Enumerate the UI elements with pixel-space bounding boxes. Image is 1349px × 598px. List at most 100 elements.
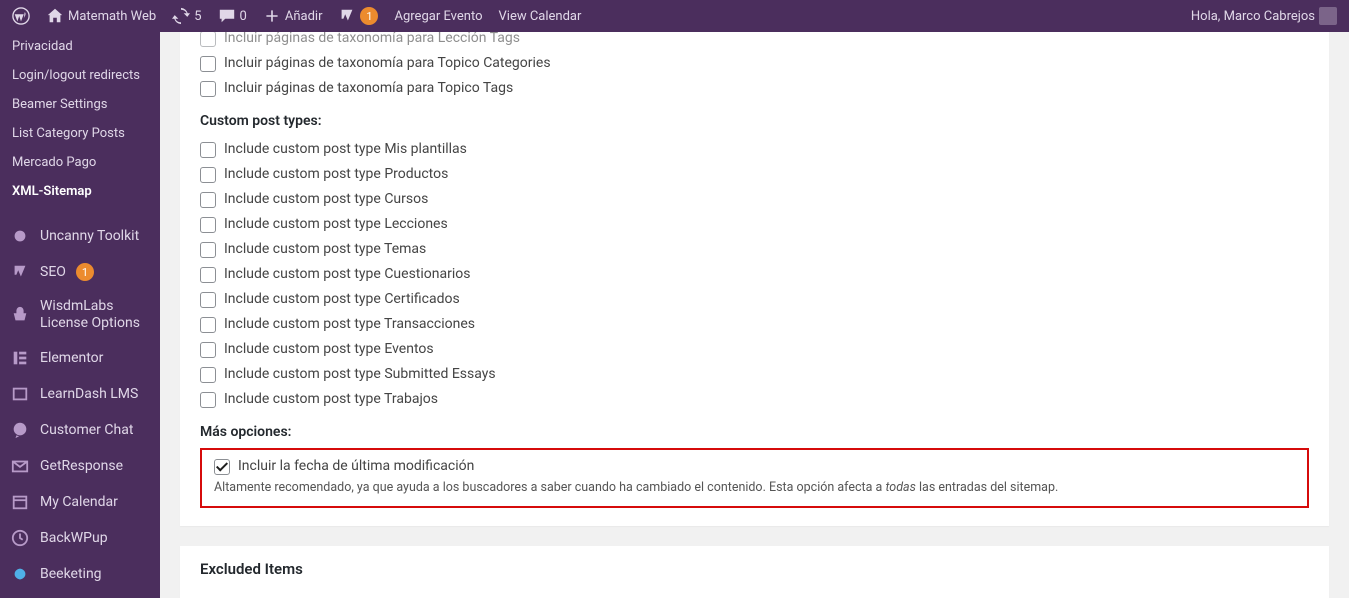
sidebar-item-label: XML-Sitemap — [12, 184, 92, 199]
checkbox-label[interactable]: Include custom post type Cuestionarios — [224, 266, 470, 282]
checkbox-row: Include custom post type Temas — [200, 237, 1309, 262]
checkbox-row: Incluir páginas de taxonomía para Topico… — [200, 51, 1309, 76]
sidebar-item-list-category[interactable]: List Category Posts — [0, 119, 160, 148]
checkbox-cpt-cuestionarios[interactable] — [200, 267, 216, 283]
checkbox-cpt-plantillas[interactable] — [200, 142, 216, 158]
messenger-icon — [10, 420, 30, 440]
excluded-items-heading: Excluded Items — [200, 560, 1309, 578]
wordpress-icon — [12, 7, 30, 25]
wp-logo[interactable] — [8, 7, 34, 25]
account-link[interactable]: Hola, Marco Cabrejos — [1187, 7, 1341, 25]
more-options-heading: Más opciones: — [200, 424, 1309, 440]
checkbox-row: Include custom post type Productos — [200, 162, 1309, 187]
sidebar-item-label: SEO — [40, 264, 66, 280]
comments-count: 0 — [240, 9, 247, 24]
desc-text-em: todas — [885, 480, 915, 495]
checkbox-cpt-productos[interactable] — [200, 167, 216, 183]
sidebar-item-label: Login/logout redirects — [12, 68, 140, 83]
checkbox-row: Include custom post type Cursos — [200, 187, 1309, 212]
sidebar-item-label: Customer Chat — [40, 422, 133, 438]
checkbox-row: Include custom post type Lecciones — [200, 212, 1309, 237]
sidebar-item-getresponse[interactable]: GetResponse — [0, 448, 160, 484]
checkbox-label[interactable]: Include custom post type Trabajos — [224, 391, 438, 407]
site-name: Matemath Web — [68, 9, 156, 24]
add-new-link[interactable]: Añadir — [259, 7, 327, 25]
site-link[interactable]: Matemath Web — [42, 7, 160, 25]
sidebar-item-wisdmlabs[interactable]: WisdmLabs License Options — [0, 290, 160, 340]
checkbox-cpt-transacciones[interactable] — [200, 317, 216, 333]
sidebar-item-mercado-pago[interactable]: Mercado Pago — [0, 148, 160, 177]
add-event-label: Agregar Evento — [394, 9, 482, 24]
checkbox-cpt-cursos[interactable] — [200, 192, 216, 208]
checkbox-label[interactable]: Include custom post type Temas — [224, 241, 426, 257]
excluded-items-panel: Excluded Items — [180, 546, 1329, 598]
sidebar-item-login-redirects[interactable]: Login/logout redirects — [0, 61, 160, 90]
sidebar-item-label: My Calendar — [40, 494, 118, 510]
admin-sidebar: Privacidad Login/logout redirects Beamer… — [0, 32, 160, 598]
checkbox-row: Include custom post type Mis plantillas — [200, 137, 1309, 162]
sidebar-item-beamer[interactable]: Beamer Settings — [0, 90, 160, 119]
yoast-link[interactable]: 1 — [334, 7, 382, 25]
sidebar-item-label: Beeketing — [40, 566, 102, 582]
updates-link[interactable]: 5 — [168, 7, 205, 25]
sidebar-item-label: BackWPup — [40, 530, 108, 546]
sidebar-item-my-calendar[interactable]: My Calendar — [0, 484, 160, 520]
checkbox-tax-topico-cat[interactable] — [200, 56, 216, 72]
yoast-icon — [338, 7, 356, 25]
sidebar-item-uncanny[interactable]: Uncanny Toolkit — [0, 218, 160, 254]
license-icon — [10, 305, 30, 325]
checkbox-cpt-lecciones[interactable] — [200, 217, 216, 233]
checkbox-row: Include custom post type Eventos — [200, 337, 1309, 362]
elementor-icon — [10, 348, 30, 368]
checkbox-label[interactable]: Include custom post type Transacciones — [224, 316, 475, 332]
checkbox-label[interactable]: Incluir la fecha de última modificación — [238, 458, 474, 474]
checkbox-cpt-certificados[interactable] — [200, 292, 216, 308]
sidebar-item-backwpup[interactable]: BackWPup — [0, 520, 160, 556]
checkbox-label[interactable]: Include custom post type Lecciones — [224, 216, 448, 232]
checkbox-cpt-essays[interactable] — [200, 367, 216, 383]
automator-icon — [10, 226, 30, 246]
sidebar-item-label: Beamer Settings — [12, 97, 107, 112]
comments-link[interactable]: 0 — [214, 7, 251, 25]
checkbox-cpt-temas[interactable] — [200, 242, 216, 258]
checkbox-tax-leccion-tags[interactable] — [200, 32, 216, 47]
view-calendar-link[interactable]: View Calendar — [495, 9, 586, 24]
sidebar-item-customer-chat[interactable]: Customer Chat — [0, 412, 160, 448]
yoast-icon — [10, 262, 30, 282]
mail-icon — [10, 456, 30, 476]
checkbox-label[interactable]: Include custom post type Cursos — [224, 191, 428, 207]
sidebar-item-beeketing[interactable]: Beeketing — [0, 556, 160, 592]
checkbox-label[interactable]: Include custom post type Submitted Essay… — [224, 366, 496, 382]
sitemap-content-panel: Incluir páginas de taxonomía para Lecció… — [180, 32, 1329, 526]
checkbox-include-lastmod[interactable] — [214, 459, 230, 475]
sidebar-item-loco-translate[interactable]: Loco Translate — [0, 592, 160, 598]
checkbox-row: Incluir páginas de taxonomía para Lecció… — [200, 32, 1309, 51]
sidebar-item-learndash[interactable]: LearnDash LMS — [0, 376, 160, 412]
greeting-text: Hola, Marco Cabrejos — [1191, 9, 1315, 24]
sidebar-item-label: WisdmLabs License Options — [40, 298, 150, 332]
checkbox-cpt-eventos[interactable] — [200, 342, 216, 358]
checkbox-tax-topico-tags[interactable] — [200, 81, 216, 97]
desc-text-before: Altamente recomendado, ya que ayuda a lo… — [214, 480, 885, 495]
checkbox-label[interactable]: Incluir páginas de taxonomía para Lecció… — [224, 32, 520, 46]
sidebar-item-privacidad[interactable]: Privacidad — [0, 32, 160, 61]
sidebar-item-elementor[interactable]: Elementor — [0, 340, 160, 376]
view-calendar-label: View Calendar — [499, 9, 582, 24]
checkbox-label[interactable]: Include custom post type Productos — [224, 166, 448, 182]
checkbox-cpt-trabajos[interactable] — [200, 392, 216, 408]
backup-icon — [10, 528, 30, 548]
checkbox-row: Include custom post type Trabajos — [200, 387, 1309, 412]
sidebar-item-seo[interactable]: SEO 1 — [0, 254, 160, 290]
sidebar-item-label: GetResponse — [40, 458, 123, 474]
checkbox-row: Incluir la fecha de última modificación — [214, 458, 1295, 475]
checkbox-row: Include custom post type Submitted Essay… — [200, 362, 1309, 387]
checkbox-label[interactable]: Include custom post type Mis plantillas — [224, 141, 467, 157]
checkbox-label[interactable]: Incluir páginas de taxonomía para Topico… — [224, 80, 513, 96]
home-icon — [46, 7, 64, 25]
checkbox-label[interactable]: Include custom post type Eventos — [224, 341, 434, 357]
checkbox-label[interactable]: Include custom post type Certificados — [224, 291, 460, 307]
add-event-link[interactable]: Agregar Evento — [390, 9, 486, 24]
avatar — [1319, 7, 1337, 25]
checkbox-label[interactable]: Incluir páginas de taxonomía para Topico… — [224, 55, 551, 71]
sidebar-item-xml-sitemap[interactable]: XML-Sitemap — [0, 177, 160, 206]
